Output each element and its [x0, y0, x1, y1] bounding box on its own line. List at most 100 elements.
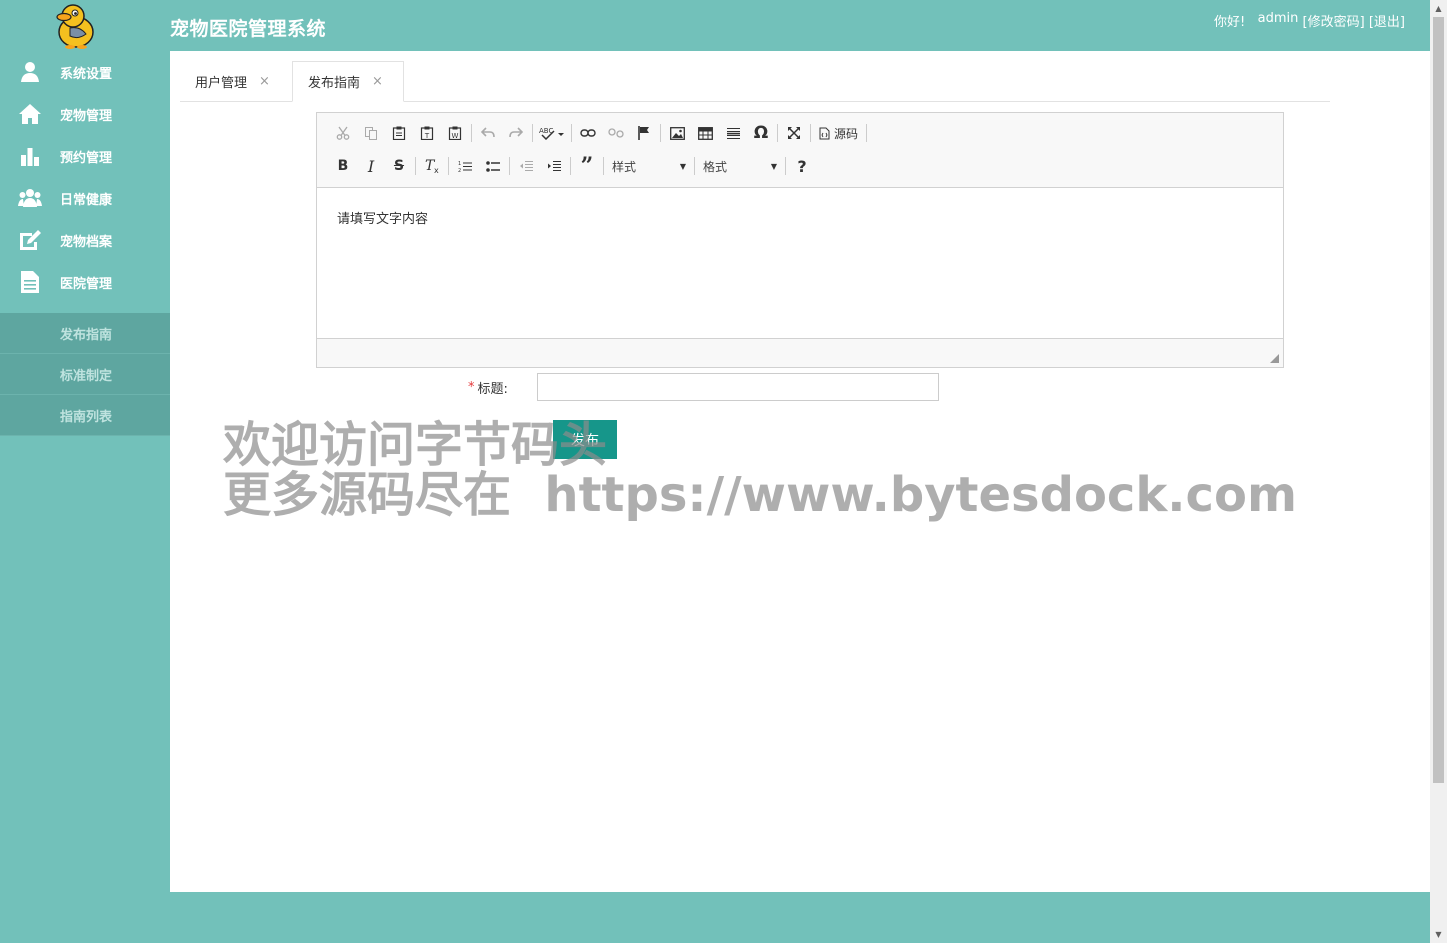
svg-text:2: 2 [458, 168, 461, 173]
tab-user-management[interactable]: 用户管理 × [180, 61, 290, 101]
source-button[interactable]: 源码 [813, 125, 864, 142]
resize-handle-icon[interactable] [1270, 354, 1279, 363]
toolbar-separator [448, 157, 449, 175]
required-mark: * [468, 379, 475, 395]
close-icon[interactable]: × [372, 74, 383, 89]
submenu-item-guide-list[interactable]: 指南列表 [0, 395, 170, 436]
toolbar-separator [785, 157, 786, 175]
outdent-icon[interactable] [512, 153, 540, 179]
scroll-up-arrow-icon[interactable]: ▲ [1430, 0, 1447, 17]
dropdown-arrow-icon: ▼ [679, 161, 686, 171]
sidebar-item-daily-health[interactable]: 日常健康 [0, 177, 170, 219]
toolbar-separator [777, 124, 778, 142]
special-char-omega-icon[interactable]: Ω [747, 120, 775, 146]
duck-logo-icon [52, 2, 100, 50]
italic-icon[interactable]: I [357, 153, 385, 179]
table-icon[interactable] [691, 120, 719, 146]
hospital-submenu: 发布指南 标准制定 指南列表 [0, 313, 170, 436]
image-icon[interactable] [663, 120, 691, 146]
help-icon[interactable]: ? [788, 153, 816, 179]
svg-text:1: 1 [458, 161, 461, 167]
group-icon [0, 188, 60, 208]
toolbar-separator [415, 157, 416, 175]
svg-text:T: T [424, 132, 430, 140]
sidebar-item-label: 日常健康 [60, 192, 113, 208]
sidebar-item-appointment-management[interactable]: 预约管理 [0, 135, 170, 177]
scroll-down-arrow-icon[interactable]: ▼ [1430, 926, 1447, 943]
user-icon [0, 61, 60, 83]
tab-label: 用户管理 [195, 75, 248, 91]
toolbar-separator [509, 157, 510, 175]
strikethrough-icon[interactable]: S [385, 153, 413, 179]
sidebar-item-label: 预约管理 [60, 150, 113, 166]
toolbar-separator [603, 157, 604, 175]
app-title: 宠物医院管理系统 [170, 18, 327, 40]
bold-icon[interactable]: B [329, 153, 357, 179]
header: 宠物医院管理系统 你好! admin [修改密码] [退出] [0, 0, 1432, 51]
sidebar-item-label: 宠物管理 [60, 108, 113, 124]
close-icon[interactable]: × [259, 74, 270, 89]
anchor-flag-icon[interactable] [630, 120, 658, 146]
copy-icon[interactable] [357, 120, 385, 146]
editor-statusbar [317, 338, 1283, 367]
remove-format-icon[interactable]: Tx [418, 153, 446, 179]
sidebar-item-pet-records[interactable]: 宠物档案 [0, 219, 170, 261]
toolbar-separator [660, 124, 661, 142]
tab-label: 发布指南 [308, 76, 361, 91]
publish-button[interactable]: 发布 [553, 420, 617, 459]
greeting-text: 你好! [1214, 15, 1246, 30]
toolbar-separator [471, 124, 472, 142]
document-icon [0, 270, 60, 294]
source-label: 源码 [834, 126, 859, 141]
redo-icon[interactable] [502, 120, 530, 146]
paste-text-icon[interactable]: T [413, 120, 441, 146]
style-dropdown-label: 样式 [612, 159, 637, 174]
style-dropdown[interactable]: 样式 ▼ [606, 155, 692, 177]
blockquote-icon[interactable]: ” [573, 153, 601, 179]
logout-link[interactable]: [退出] [1369, 11, 1405, 30]
sidebar-item-hospital-management[interactable]: 医院管理 [0, 261, 170, 303]
tab-publish-guide[interactable]: 发布指南 × [292, 61, 404, 102]
horizontal-line-icon[interactable] [719, 120, 747, 146]
editor-content-area[interactable]: 请填写文字内容 [317, 188, 1283, 338]
title-label: 标题: [477, 381, 508, 397]
title-form-row: * 标题: [468, 373, 939, 401]
toolbar-separator [571, 124, 572, 142]
user-bar: 你好! admin [修改密码] [退出] [1214, 11, 1405, 30]
change-password-link[interactable]: [修改密码] [1303, 11, 1365, 30]
vertical-scrollbar[interactable]: ▲ ▼ [1430, 0, 1447, 943]
sidebar-item-system-settings[interactable]: 系统设置 [0, 51, 170, 93]
title-input[interactable] [536, 373, 939, 401]
paste-word-icon[interactable]: W [441, 120, 469, 146]
spellcheck-icon[interactable]: ABC [535, 120, 569, 146]
link-icon[interactable] [574, 120, 602, 146]
scrollbar-thumb[interactable] [1433, 17, 1444, 783]
svg-text:x: x [434, 166, 439, 174]
toolbar-row-2: B I S Tx 12 ” 样式 ▼ 格式 ▼ ? [329, 153, 816, 179]
toolbar-separator [532, 124, 533, 142]
bar-chart-icon [0, 145, 60, 167]
indent-icon[interactable] [540, 153, 568, 179]
format-dropdown[interactable]: 格式 ▼ [697, 155, 783, 177]
editor-toolbar: T W ABC Ω 源码 B I S T x 1 2 ” 样式 ▼ 格式 ▼ ? [317, 113, 1283, 188]
cut-icon[interactable] [329, 120, 357, 146]
sidebar-item-label: 系统设置 [60, 66, 113, 82]
submenu-item-publish-guide[interactable]: 发布指南 [0, 313, 170, 354]
paste-icon[interactable] [385, 120, 413, 146]
numbered-list-icon[interactable]: 12 [451, 153, 479, 179]
edit-icon [0, 229, 60, 251]
username-text: admin [1257, 11, 1299, 26]
sidebar-item-pet-management[interactable]: 宠物管理 [0, 93, 170, 135]
toolbar-row-1: T W ABC Ω 源码 [329, 120, 869, 146]
maximize-icon[interactable] [780, 120, 808, 146]
unlink-icon[interactable] [602, 120, 630, 146]
toolbar-separator [570, 157, 571, 175]
submenu-item-standard-setting[interactable]: 标准制定 [0, 354, 170, 395]
format-dropdown-label: 格式 [703, 159, 728, 174]
sidebar-item-label: 医院管理 [60, 276, 113, 292]
bulleted-list-icon[interactable] [479, 153, 507, 179]
sidebar-item-label: 宠物档案 [60, 234, 113, 250]
main-content: 用户管理 × 发布指南 × T W ABC Ω 源码 B I S T x 1 2… [170, 51, 1430, 892]
toolbar-separator [694, 157, 695, 175]
undo-icon[interactable] [474, 120, 502, 146]
